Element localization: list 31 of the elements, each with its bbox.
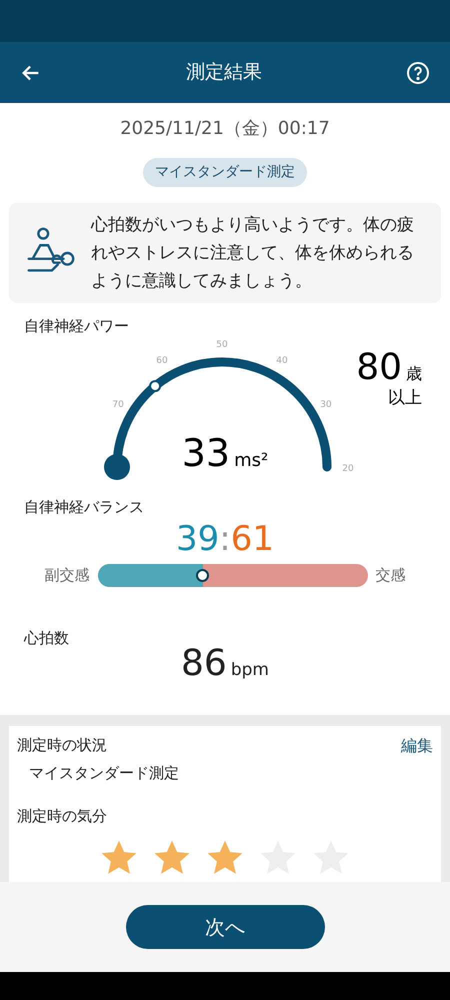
heart-rate-unit: bpm [230,658,269,682]
section-label: 自律神経バランス [24,496,145,518]
mood-label: 測定時の気分 [17,806,108,826]
ratio-separator: : [219,522,231,556]
age-value: 80 [356,350,402,386]
power-value: 33 [182,434,230,472]
gauge-tick-label: 50 [216,340,228,350]
page-title: 測定結果 [186,60,262,86]
sympathetic-value: 61 [230,522,274,556]
gauge-tick-label: 60 [156,356,168,366]
situation-label: 測定時の状況 [17,735,107,756]
next-button[interactable]: 次へ [126,905,324,949]
gauge-tick-label: 20 [342,464,354,474]
advice-message: 心拍数がいつもより高いようです。体の疲れやストレスに注意して、体を休められるように意識してみましょう。 [91,214,415,293]
measurement-datetime: 2025/11/21（金）00:17 [120,117,330,141]
edit-link[interactable]: 編集 [401,734,433,758]
section-label: 自律神経パワー [24,316,130,337]
gauge-tick-label: 30 [320,400,332,410]
mode-badge: マイスタンダード測定 [143,158,307,187]
section-label: 心拍数 [24,628,70,649]
gauge-tick-label: 70 [112,400,124,410]
age-unit: 歳 [406,362,422,384]
sympathetic-label: 交感 [376,565,406,586]
help-icon[interactable] [406,60,430,84]
power-unit: ms² [234,448,268,472]
gauge-tick-label: 40 [276,356,288,366]
situation-value: マイスタンダード測定 [29,763,180,784]
parasympathetic-label: 副交感 [44,565,90,586]
heart-rate-value: 86 [181,646,227,682]
age-suffix: 以上 [388,386,422,410]
parasympathetic-value: 39 [176,522,220,556]
